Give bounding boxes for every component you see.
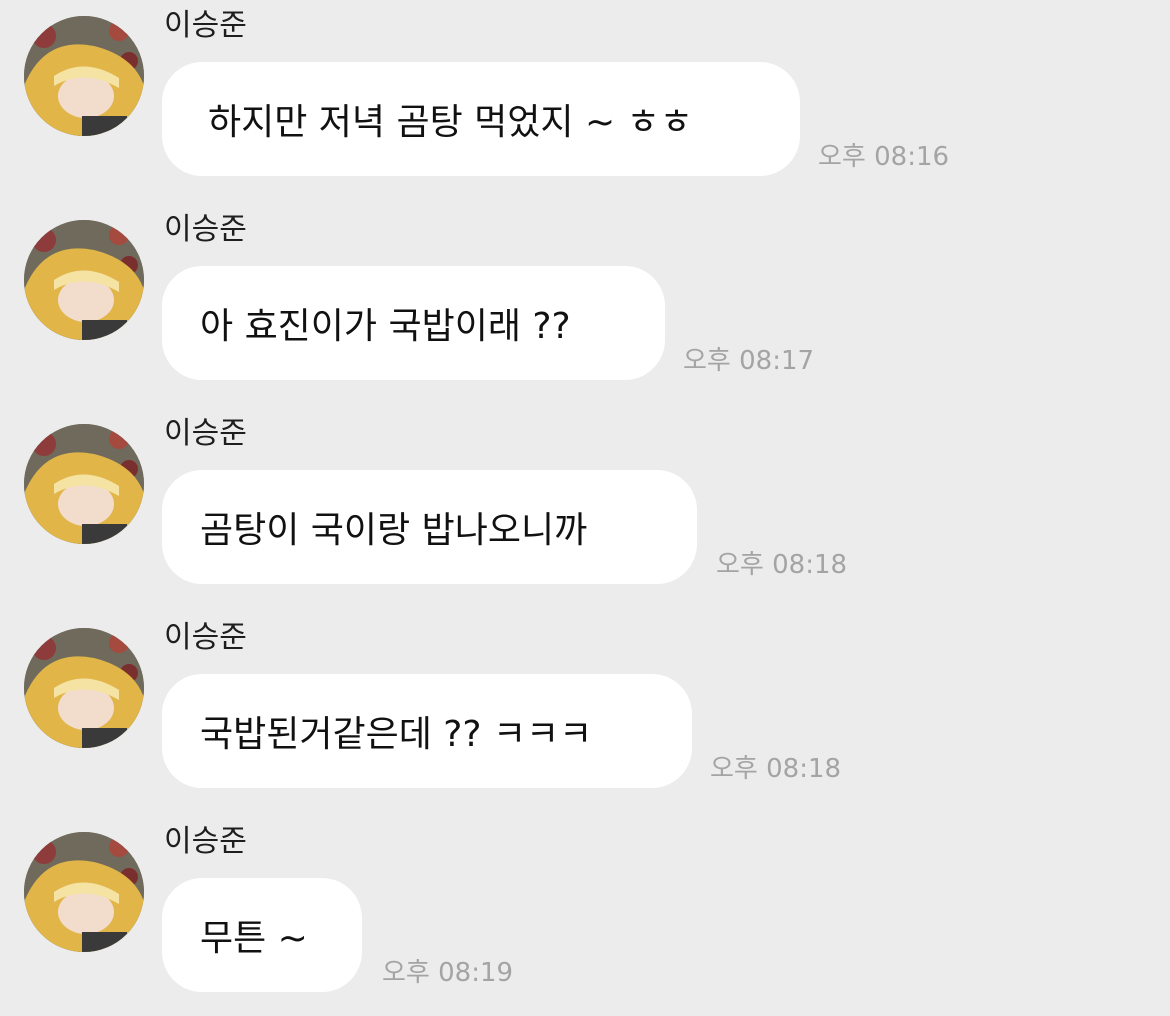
- avatar-photo-icon: [24, 628, 144, 748]
- message-text: 하지만 저녁 곰탕 먹었지 ~ ㅎㅎ: [208, 102, 693, 143]
- message-bubble[interactable]: 곰탕이 국이랑 밥나오니까: [162, 470, 697, 584]
- sender-avatar[interactable]: [24, 220, 144, 340]
- chat-message: 이승준 국밥된거같은데 ?? ㅋㅋㅋ 오후 08:18: [0, 612, 1170, 812]
- message-bubble[interactable]: 하지만 저녁 곰탕 먹었지 ~ ㅎㅎ: [162, 62, 800, 176]
- message-timestamp: 오후 08:19: [382, 958, 514, 988]
- message-bubble[interactable]: 아 효진이가 국밥이래 ??: [162, 266, 665, 380]
- message-text: 국밥된거같은데 ?? ㅋㅋㅋ: [200, 714, 593, 755]
- message-bubble[interactable]: 국밥된거같은데 ?? ㅋㅋㅋ: [162, 674, 692, 788]
- message-timestamp: 오후 08:18: [716, 550, 848, 580]
- chat-message: 이승준 곰탕이 국이랑 밥나오니까 오후 08:18: [0, 408, 1170, 608]
- sender-name: 이승준: [164, 212, 247, 247]
- avatar-photo-icon: [24, 220, 144, 340]
- avatar-photo-icon: [24, 16, 144, 136]
- sender-name: 이승준: [164, 416, 247, 451]
- message-timestamp: 오후 08:16: [818, 142, 950, 172]
- message-text: 곰탕이 국이랑 밥나오니까: [200, 510, 588, 551]
- message-timestamp: 오후 08:18: [710, 754, 842, 784]
- message-text: 무튼 ~: [200, 918, 308, 959]
- message-timestamp: 오후 08:17: [683, 346, 815, 376]
- chat-message: 이승준 하지만 저녁 곰탕 먹었지 ~ ㅎㅎ 오후 08:16: [0, 0, 1170, 200]
- message-text: 아 효진이가 국밥이래 ??: [200, 306, 571, 347]
- chat-message: 이승준 무튼 ~ 오후 08:19: [0, 816, 1170, 1016]
- avatar-photo-icon: [24, 424, 144, 544]
- avatar-photo-icon: [24, 832, 144, 952]
- sender-avatar[interactable]: [24, 16, 144, 136]
- chat-message: 이승준 아 효진이가 국밥이래 ?? 오후 08:17: [0, 204, 1170, 404]
- sender-avatar[interactable]: [24, 832, 144, 952]
- sender-name: 이승준: [164, 8, 247, 43]
- message-bubble[interactable]: 무튼 ~: [162, 878, 362, 992]
- sender-avatar[interactable]: [24, 628, 144, 748]
- sender-name: 이승준: [164, 620, 247, 655]
- sender-name: 이승준: [164, 824, 247, 859]
- sender-avatar[interactable]: [24, 424, 144, 544]
